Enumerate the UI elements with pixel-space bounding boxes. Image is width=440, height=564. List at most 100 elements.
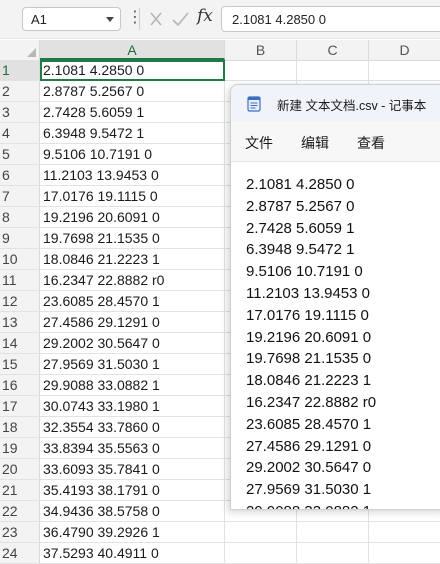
cell-a[interactable]: 37.5293 40.4911 0 [40, 543, 225, 564]
cell-b[interactable] [225, 522, 297, 543]
row-header[interactable]: 11 [0, 270, 40, 291]
table-row: 24 37.5293 40.4911 0 [0, 543, 440, 564]
cell-a[interactable]: 32.3554 33.7860 0 [40, 417, 225, 438]
row-header[interactable]: 12 [0, 291, 40, 312]
row-header[interactable]: 3 [0, 102, 40, 123]
notepad-text-area[interactable]: 2.1081 4.2850 0 2.8787 5.2567 0 2.7428 5.6… [231, 161, 440, 509]
cell-a[interactable]: 2.1081 4.2850 0 [40, 60, 225, 81]
column-header-a[interactable]: A [40, 40, 225, 60]
column-header-row: A B C D [0, 40, 440, 61]
cell-a[interactable]: 34.9436 38.5758 0 [40, 501, 225, 522]
cell-c[interactable] [297, 522, 369, 543]
column-header-d[interactable]: D [369, 40, 440, 60]
cell-a[interactable]: 16.2347 22.8882 r0 [40, 270, 225, 291]
text-line: 17.0176 19.1115 0 [246, 306, 369, 324]
text-line: 16.2347 22.8882 r0 [246, 394, 377, 411]
notepad-titlebar[interactable]: 新建 文本文档.csv - 记事本 [231, 85, 440, 121]
column-header-c[interactable]: C [297, 40, 369, 60]
table-row: 1 2.1081 4.2850 0 [0, 60, 440, 81]
text-line: 2.8787 5.2567 0 [246, 197, 355, 215]
cell-a[interactable]: 35.4193 38.1791 0 [40, 480, 225, 501]
row-header[interactable]: 23 [0, 522, 40, 543]
cell-b[interactable] [225, 60, 297, 81]
cell-a[interactable]: 19.2196 20.6091 0 [40, 207, 225, 228]
cell-a[interactable]: 19.7698 21.1535 0 [40, 228, 225, 249]
formula-input[interactable]: 2.1081 4.2850 0 [221, 6, 440, 32]
row-header[interactable]: 19 [0, 438, 40, 459]
cell-a[interactable]: 18.0846 21.2223 1 [40, 249, 225, 270]
row-header[interactable]: 4 [0, 123, 40, 144]
cell-c[interactable] [297, 543, 369, 564]
more-options-icon[interactable]: ⋮ [127, 8, 143, 28]
row-header[interactable]: 1 [0, 60, 40, 81]
cell-a[interactable]: 29.9088 33.0882 1 [40, 375, 225, 396]
menu-view[interactable]: 查看 [357, 133, 385, 153]
row-header[interactable]: 13 [0, 312, 40, 333]
row-header[interactable]: 8 [0, 207, 40, 228]
cell-d[interactable] [369, 60, 440, 81]
insert-function-button[interactable]: fx [197, 6, 213, 26]
cell-d[interactable] [369, 522, 440, 543]
row-header[interactable]: 2 [0, 81, 40, 102]
menu-file[interactable]: 文件 [245, 133, 273, 153]
column-header-b[interactable]: B [225, 40, 297, 60]
name-box[interactable]: A1 [22, 7, 121, 31]
cell-a[interactable]: 30.0743 33.1980 1 [40, 396, 225, 417]
row-header[interactable]: 16 [0, 375, 40, 396]
text-line: 27.4586 29.1291 0 [246, 437, 372, 455]
notepad-window: 新建 文本文档.csv - 记事本 文件 编辑 查看 2.1081 4.2850… [230, 84, 440, 510]
cell-a[interactable]: 33.8394 35.5563 0 [40, 438, 225, 459]
cell-a[interactable]: 2.8787 5.2567 0 [40, 81, 225, 102]
select-all-triangle-icon [27, 48, 36, 57]
row-header[interactable]: 7 [0, 186, 40, 207]
cell-a[interactable]: 23.6085 28.4570 1 [40, 291, 225, 312]
cell-a[interactable]: 2.7428 5.6059 1 [40, 102, 225, 123]
divider [139, 8, 140, 30]
notepad-title: 新建 文本文档.csv - 记事本 [277, 99, 427, 113]
cell-a[interactable]: 27.4586 29.1291 0 [40, 312, 225, 333]
name-box-value: A1 [31, 12, 47, 27]
cell-a[interactable]: 17.0176 19.1115 0 [40, 186, 225, 207]
cell-a[interactable]: 9.5106 10.7191 0 [40, 144, 225, 165]
row-header[interactable]: 20 [0, 459, 40, 480]
cell-a[interactable]: 11.2103 13.9453 0 [40, 165, 225, 186]
text-line: 11.2103 13.9453 0 [246, 285, 371, 302]
text-line: 19.7698 21.1535 0 [246, 350, 372, 368]
chevron-down-icon[interactable] [106, 17, 114, 22]
text-line: 27.9569 31.5030 1 [246, 481, 372, 499]
text-line: 18.0846 21.2223 1 [246, 372, 372, 390]
text-line: 2.1081 4.2850 0 [246, 176, 355, 193]
formula-bar: A1 ⋮ fx 2.1081 4.2850 0 [0, 0, 440, 39]
table-row: 23 36.4790 39.2926 1 [0, 522, 440, 543]
cell-a[interactable]: 33.6093 35.7841 0 [40, 459, 225, 480]
close-icon[interactable] [145, 9, 167, 29]
row-header[interactable]: 10 [0, 249, 40, 270]
cell-d[interactable] [369, 543, 440, 564]
row-header[interactable]: 22 [0, 501, 40, 522]
menu-edit[interactable]: 编辑 [301, 133, 329, 153]
cell-a[interactable]: 27.9569 31.5030 1 [40, 354, 225, 375]
text-line: 29.2002 30.5647 0 [246, 459, 372, 477]
checkmark-icon[interactable] [169, 9, 191, 29]
text-line: 2.7428 5.6059 1 [246, 219, 355, 237]
row-header[interactable]: 15 [0, 354, 40, 375]
notepad-icon [247, 96, 261, 112]
text-line: 9.5106 10.7191 0 [246, 263, 363, 281]
text-line: 19.2196 20.6091 0 [246, 328, 372, 346]
row-header[interactable]: 5 [0, 144, 40, 165]
row-header[interactable]: 9 [0, 228, 40, 249]
row-header[interactable]: 17 [0, 396, 40, 417]
cell-b[interactable] [225, 543, 297, 564]
select-all-button[interactable] [0, 40, 40, 60]
cell-a[interactable]: 36.4790 39.2926 1 [40, 522, 225, 543]
cell-a[interactable]: 29.2002 30.5647 0 [40, 333, 225, 354]
text-line: 23.6085 28.4570 1 [246, 415, 372, 433]
text-line: 29.9088 33.0882 1 [246, 503, 371, 509]
cell-a[interactable]: 6.3948 9.5472 1 [40, 123, 225, 144]
row-header[interactable]: 6 [0, 165, 40, 186]
row-header[interactable]: 24 [0, 543, 40, 564]
row-header[interactable]: 21 [0, 480, 40, 501]
row-header[interactable]: 18 [0, 417, 40, 438]
row-header[interactable]: 14 [0, 333, 40, 354]
cell-c[interactable] [297, 60, 369, 81]
